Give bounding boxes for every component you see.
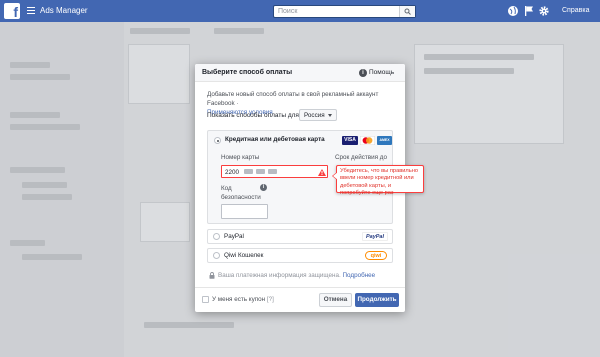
app-title: Ads Manager: [40, 6, 88, 15]
coupon-help-link[interactable]: [?]: [267, 296, 274, 303]
card-number-label: Номер карты: [221, 154, 260, 161]
lock-icon: [209, 272, 215, 279]
top-bar: f Ads Manager Поиск Справка: [0, 0, 600, 22]
qiwi-label: Qiwi Кошелек: [224, 252, 264, 259]
card-option-label: Кредитная или дебетовая карта: [225, 136, 325, 143]
globe-icon[interactable]: [507, 5, 519, 17]
help-link[interactable]: Справка: [562, 7, 589, 14]
paypal-option[interactable]: PayPal PayPal: [207, 229, 393, 244]
expiry-label: Срок действия до: [335, 154, 387, 161]
coupon-checkbox[interactable]: [202, 296, 209, 303]
search-button[interactable]: [399, 6, 415, 17]
card-number-input[interactable]: 2200: [221, 165, 328, 178]
learn-more-link[interactable]: Подробнее: [343, 272, 376, 279]
masked-digits: [268, 169, 277, 174]
secure-note: Ваша платежная информация защищена. Подр…: [209, 272, 375, 279]
menu-icon[interactable]: [27, 7, 35, 15]
qiwi-radio[interactable]: [213, 252, 220, 259]
dialog-header: Выберите способ оплаты i Помощь: [195, 64, 405, 82]
cvv-label: Код: [221, 185, 232, 192]
mastercard-logo-icon: [360, 136, 375, 145]
card-radio[interactable]: [214, 137, 221, 144]
gear-icon[interactable]: [538, 5, 550, 17]
dialog-title: Выберите способ оплаты: [202, 69, 293, 76]
country-select[interactable]: Россия: [299, 109, 337, 121]
show-methods-label: Показать способы оплаты для:: [207, 112, 301, 119]
facebook-logo-icon[interactable]: f: [4, 3, 20, 19]
continue-button[interactable]: Продолжить: [355, 293, 399, 307]
intro-sentence: Добавьте новый способ оплаты в свой рекл…: [207, 91, 379, 107]
masked-digits: [244, 169, 253, 174]
qiwi-logo-icon: qiwi: [365, 251, 387, 260]
paypal-radio[interactable]: [213, 233, 220, 240]
info-icon[interactable]: i: [359, 69, 367, 77]
cancel-button[interactable]: Отмена: [319, 293, 352, 307]
masked-digits: [256, 169, 265, 174]
qiwi-option[interactable]: Qiwi Кошелек qiwi: [207, 248, 393, 263]
paypal-logo-icon: PayPal: [362, 232, 388, 241]
paypal-label: PayPal: [224, 233, 244, 240]
cvv-label-line2: безопасности: [221, 194, 261, 201]
card-number-value: 2200: [225, 169, 240, 176]
flag-icon[interactable]: [523, 5, 535, 17]
visa-logo-icon: VISA: [342, 136, 358, 145]
country-value: Россия: [304, 112, 325, 119]
search-input[interactable]: Поиск: [273, 5, 416, 18]
dialog-footer: У меня есть купон [?] Отмена Продолжить: [195, 287, 405, 312]
cvv-input[interactable]: [221, 204, 268, 219]
secure-text: Ваша платежная информация защищена.: [218, 272, 341, 279]
card-error-tooltip: Убедитесь, что вы правильно ввели номер …: [332, 165, 424, 196]
cvv-info-icon[interactable]: i: [260, 184, 267, 191]
amex-logo-icon: AMEX: [377, 136, 392, 145]
warning-icon: [318, 169, 326, 176]
help-link[interactable]: Помощь: [369, 69, 394, 76]
search-placeholder: Поиск: [278, 8, 298, 15]
coupon-label-text: У меня есть купон: [212, 296, 266, 303]
coupon-label: У меня есть купон [?]: [212, 296, 274, 303]
search-icon: [404, 8, 411, 15]
chevron-down-icon: [328, 114, 332, 117]
